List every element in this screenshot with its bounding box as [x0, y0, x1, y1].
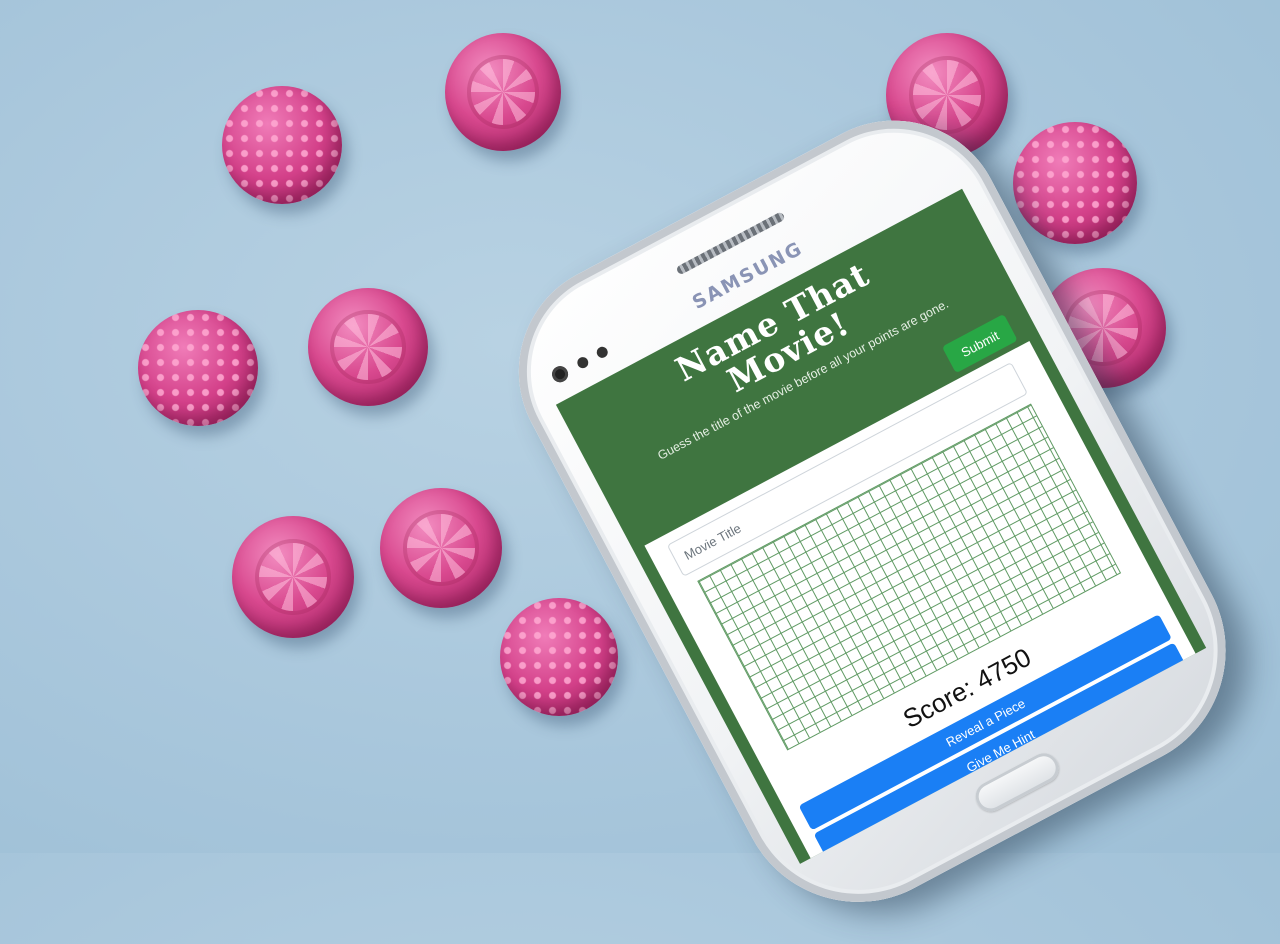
front-camera-icon	[549, 363, 571, 386]
candy	[445, 33, 561, 151]
sensor-icon	[575, 355, 591, 371]
phone-body: SAMSUNG Name That Movie! Guess the title…	[480, 63, 1268, 944]
candy	[500, 598, 618, 716]
candy	[222, 86, 342, 204]
sensor-icon	[594, 344, 610, 360]
candy	[308, 288, 428, 406]
candy	[138, 310, 258, 426]
phone: SAMSUNG Name That Movie! Guess the title…	[480, 0, 1280, 944]
phone-shell: SAMSUNG Name That Movie! Guess the title…	[480, 81, 1268, 944]
app-screen: Name That Movie! Guess the title of the …	[555, 188, 1207, 864]
candy	[232, 516, 354, 638]
candy	[380, 488, 502, 608]
